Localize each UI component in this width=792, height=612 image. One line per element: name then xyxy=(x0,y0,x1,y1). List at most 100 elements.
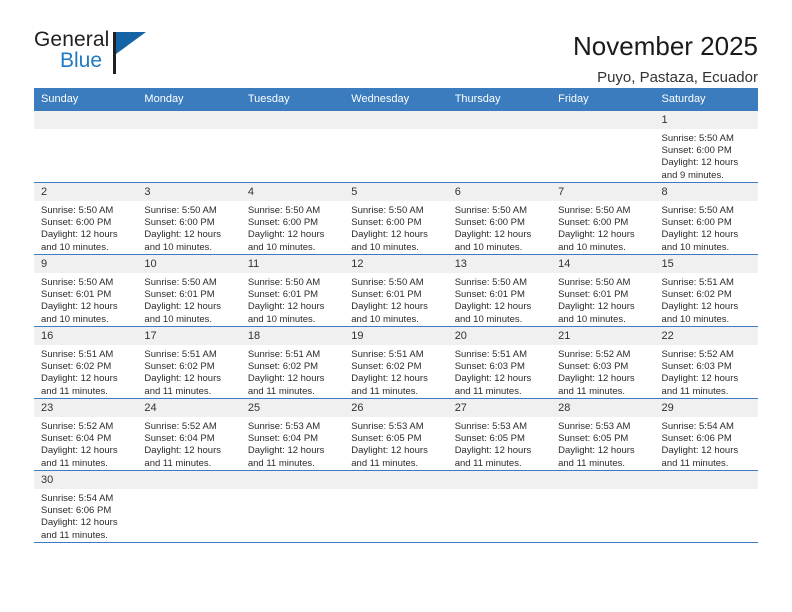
daylight-text-line1: Daylight: 12 hours xyxy=(41,373,118,385)
calendar-day-cell[interactable]: 4 Sunrise: 5:50 AM Sunset: 6:00 PM Daylight… xyxy=(240,182,345,255)
day-number: 3 xyxy=(137,183,241,201)
calendar-day-cell[interactable]: 24 Sunrise: 5:52 AM Sunset: 6:04 PM Dayligh… xyxy=(137,398,241,471)
daylight-text-line1: Daylight: 12 hours xyxy=(661,301,739,313)
daylight-text-line2: and 10 minutes. xyxy=(41,313,109,325)
day-number: 10 xyxy=(137,255,241,273)
daylight-text-line2: and 10 minutes. xyxy=(247,313,316,325)
daylight-text-line2: and 10 minutes. xyxy=(558,313,626,325)
calendar-day-cell[interactable]: 5 Sunrise: 5:50 AM Sunset: 6:00 PM Daylight… xyxy=(344,182,448,255)
calendar-week-row: 1 Sunrise: 5:50 AM Sunset: 6:00 PM Daylight… xyxy=(34,110,758,183)
day-number: 28 xyxy=(551,399,655,417)
calendar-day-cell[interactable]: 22 Sunrise: 5:52 AM Sunset: 6:03 PM Dayligh… xyxy=(654,326,758,399)
day-number: 14 xyxy=(551,255,655,273)
daylight-text-line2: and 11 minutes. xyxy=(41,529,108,541)
daylight-text-line2: and 10 minutes. xyxy=(144,241,213,253)
day-number: 23 xyxy=(34,399,138,417)
day-number: 11 xyxy=(240,255,345,273)
calendar-cell-empty xyxy=(240,110,345,183)
calendar-day-cell[interactable]: 28 Sunrise: 5:53 AM Sunset: 6:05 PM Dayligh… xyxy=(551,398,655,471)
sunset-text: Sunset: 6:01 PM xyxy=(558,289,629,301)
sunset-text: Sunset: 6:00 PM xyxy=(661,217,732,229)
day-number: 21 xyxy=(551,327,655,345)
weekday-header-saturday: Saturday xyxy=(654,88,758,111)
calendar-week-row: 2 Sunrise: 5:50 AM Sunset: 6:00 PM Daylight… xyxy=(34,182,758,255)
calendar-week-row: 23 Sunrise: 5:52 AM Sunset: 6:04 PM Dayligh… xyxy=(34,398,758,471)
day-number: 30 xyxy=(34,471,138,489)
general-blue-logo[interactable]: General Blue xyxy=(34,28,184,80)
sunrise-text: Sunrise: 5:50 AM xyxy=(247,205,321,216)
calendar-day-cell[interactable]: 17 Sunrise: 5:51 AM Sunset: 6:02 PM Dayligh… xyxy=(137,326,241,399)
day-details: Sunrise: 5:53 AM Sunset: 6:04 PM Daylight:… xyxy=(241,417,344,470)
sunrise-text: Sunrise: 5:50 AM xyxy=(661,205,734,216)
calendar-day-cell[interactable]: 26 Sunrise: 5:53 AM Sunset: 6:05 PM Dayligh… xyxy=(344,398,448,471)
calendar-day-cell[interactable]: 10 Sunrise: 5:50 AM Sunset: 6:01 PM Dayligh… xyxy=(137,254,241,327)
calendar-day-cell[interactable]: 18 Sunrise: 5:51 AM Sunset: 6:02 PM Dayligh… xyxy=(240,326,345,399)
day-details: Sunrise: 5:54 AM Sunset: 6:06 PM Daylight:… xyxy=(34,489,137,542)
daylight-text-line1: Daylight: 12 hours xyxy=(351,229,428,241)
day-number xyxy=(447,111,552,129)
sunrise-text: Sunrise: 5:53 AM xyxy=(247,421,321,432)
sunrise-text: Sunrise: 5:51 AM xyxy=(454,349,528,360)
calendar-day-cell[interactable]: 20 Sunrise: 5:51 AM Sunset: 6:03 PM Dayligh… xyxy=(447,326,552,399)
calendar-day-cell[interactable]: 29 Sunrise: 5:54 AM Sunset: 6:06 PM Dayligh… xyxy=(654,398,758,471)
day-details: Sunrise: 5:50 AM Sunset: 6:00 PM Daylight:… xyxy=(655,129,758,182)
day-details: Sunrise: 5:50 AM Sunset: 6:00 PM Daylight:… xyxy=(448,201,551,254)
sunset-text: Sunset: 6:01 PM xyxy=(41,289,112,301)
day-number xyxy=(240,111,345,129)
calendar-day-cell[interactable]: 15 Sunrise: 5:51 AM Sunset: 6:02 PM Dayligh… xyxy=(654,254,758,327)
calendar-day-cell[interactable]: 13 Sunrise: 5:50 AM Sunset: 6:01 PM Dayligh… xyxy=(447,254,552,327)
daylight-text-line2: and 10 minutes. xyxy=(351,241,419,253)
daylight-text-line2: and 11 minutes. xyxy=(247,457,315,469)
day-number xyxy=(551,111,655,129)
day-details: Sunrise: 5:51 AM Sunset: 6:02 PM Daylight:… xyxy=(344,345,447,398)
day-number: 15 xyxy=(654,255,758,273)
day-number: 9 xyxy=(34,255,138,273)
daylight-text-line1: Daylight: 12 hours xyxy=(247,445,325,457)
daylight-text-line1: Daylight: 12 hours xyxy=(661,373,739,385)
calendar-cell-empty xyxy=(137,110,241,183)
day-number xyxy=(240,471,345,489)
calendar-day-cell[interactable]: 11 Sunrise: 5:50 AM Sunset: 6:01 PM Dayligh… xyxy=(240,254,345,327)
calendar-day-cell[interactable]: 1 Sunrise: 5:50 AM Sunset: 6:00 PM Daylight… xyxy=(654,110,758,183)
day-number: 20 xyxy=(447,327,552,345)
sunrise-text: Sunrise: 5:52 AM xyxy=(144,421,217,432)
sunset-text: Sunset: 6:05 PM xyxy=(454,433,525,445)
day-number: 8 xyxy=(654,183,758,201)
calendar-day-cell[interactable]: 12 Sunrise: 5:50 AM Sunset: 6:01 PM Dayligh… xyxy=(344,254,448,327)
sunset-text: Sunset: 6:06 PM xyxy=(41,505,112,517)
sunset-text: Sunset: 6:04 PM xyxy=(247,433,319,445)
weekday-header-wednesday: Wednesday xyxy=(344,88,448,111)
calendar-day-cell[interactable]: 6 Sunrise: 5:50 AM Sunset: 6:00 PM Daylight… xyxy=(447,182,552,255)
daylight-text-line2: and 11 minutes. xyxy=(351,457,419,469)
day-number: 17 xyxy=(137,327,241,345)
sunset-text: Sunset: 6:00 PM xyxy=(247,217,319,229)
calendar-cell-empty xyxy=(34,110,138,183)
sunrise-text: Sunrise: 5:50 AM xyxy=(144,205,217,216)
calendar-day-cell[interactable]: 25 Sunrise: 5:53 AM Sunset: 6:04 PM Dayligh… xyxy=(240,398,345,471)
day-details: Sunrise: 5:50 AM Sunset: 6:01 PM Daylight:… xyxy=(137,273,240,326)
daylight-text-line2: and 11 minutes. xyxy=(351,385,419,397)
calendar-day-cell[interactable]: 21 Sunrise: 5:52 AM Sunset: 6:03 PM Dayligh… xyxy=(551,326,655,399)
sunrise-text: Sunrise: 5:50 AM xyxy=(454,205,528,216)
weekday-header-friday: Friday xyxy=(551,88,655,111)
calendar-day-cell[interactable]: 27 Sunrise: 5:53 AM Sunset: 6:05 PM Dayligh… xyxy=(447,398,552,471)
calendar-day-cell[interactable]: 9 Sunrise: 5:50 AM Sunset: 6:01 PM Daylight… xyxy=(34,254,138,327)
calendar-day-cell[interactable]: 3 Sunrise: 5:50 AM Sunset: 6:00 PM Daylight… xyxy=(137,182,241,255)
sunrise-text: Sunrise: 5:50 AM xyxy=(558,205,631,216)
daylight-text-line1: Daylight: 12 hours xyxy=(351,445,428,457)
calendar-day-cell[interactable]: 8 Sunrise: 5:50 AM Sunset: 6:00 PM Daylight… xyxy=(654,182,758,255)
sunset-text: Sunset: 6:01 PM xyxy=(144,289,215,301)
daylight-text-line2: and 11 minutes. xyxy=(144,385,212,397)
calendar-day-cell[interactable]: 14 Sunrise: 5:50 AM Sunset: 6:01 PM Dayligh… xyxy=(551,254,655,327)
calendar-day-cell[interactable]: 30 Sunrise: 5:54 AM Sunset: 6:06 PM Dayligh… xyxy=(34,470,138,543)
calendar-day-cell[interactable]: 16 Sunrise: 5:51 AM Sunset: 6:02 PM Dayligh… xyxy=(34,326,138,399)
calendar-day-cell[interactable]: 2 Sunrise: 5:50 AM Sunset: 6:00 PM Daylight… xyxy=(34,182,138,255)
calendar-day-cell[interactable]: 7 Sunrise: 5:50 AM Sunset: 6:00 PM Daylight… xyxy=(551,182,655,255)
calendar-day-cell[interactable]: 19 Sunrise: 5:51 AM Sunset: 6:02 PM Dayligh… xyxy=(344,326,448,399)
sunrise-text: Sunrise: 5:50 AM xyxy=(41,277,114,288)
daylight-text-line1: Daylight: 12 hours xyxy=(454,373,532,385)
calendar-day-cell[interactable]: 23 Sunrise: 5:52 AM Sunset: 6:04 PM Dayligh… xyxy=(34,398,138,471)
daylight-text-line2: and 11 minutes. xyxy=(454,457,522,469)
sunset-text: Sunset: 6:01 PM xyxy=(247,289,319,301)
day-number xyxy=(551,471,655,489)
